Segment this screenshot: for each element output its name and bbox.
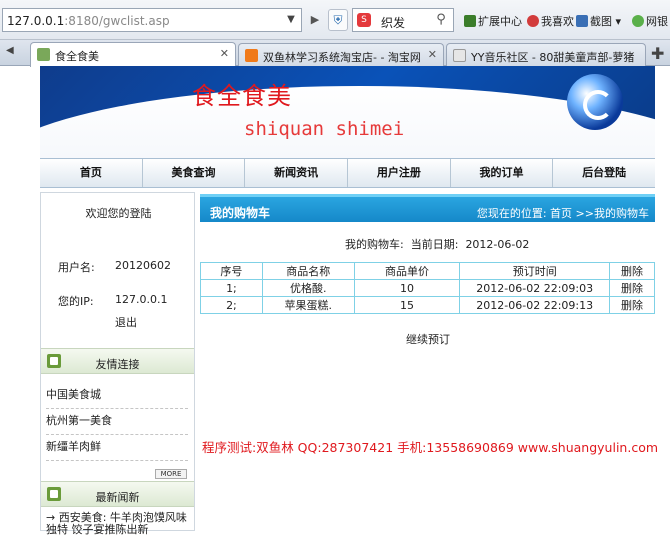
new-tab-icon[interactable]: ✚ — [651, 44, 664, 63]
links-header: 友情连接 — [41, 348, 194, 374]
col-header: 预订时间 — [459, 262, 611, 280]
address-bar[interactable]: 127.0.0.1:8180/gwclist.asp ▼ — [2, 8, 302, 32]
chevron-down-icon[interactable]: ▼ — [283, 12, 299, 28]
username-label: 用户名: — [58, 261, 95, 274]
link-item[interactable]: 中国美食城 — [46, 386, 188, 409]
search-icon[interactable]: ⚲ — [431, 11, 451, 29]
site-banner: 食全食美 shiquan shimei — [40, 66, 655, 158]
nav-admin-login[interactable]: 后台登陆 — [553, 159, 655, 187]
logout-link[interactable]: 退出 — [115, 314, 137, 330]
main-nav: 首页 美食查询 新闻资讯 用户注册 我的订单 后台登陆 — [40, 158, 655, 188]
more-button[interactable]: MORE — [155, 469, 187, 479]
col-header: 删除 — [609, 262, 655, 280]
go-arrow-icon[interactable]: ▶ — [306, 10, 324, 30]
site-subtitle: shiquan shimei — [244, 118, 405, 140]
nav-register[interactable]: 用户注册 — [348, 159, 451, 187]
page-icon — [453, 49, 466, 62]
footer-note: 程序测试:双鱼林 QQ:287307421 手机:13558690869 www… — [202, 440, 659, 455]
delete-link[interactable]: 删除 — [609, 296, 655, 314]
link-item[interactable]: 新缰羊肉鲜 — [46, 438, 188, 461]
breadcrumb: 您现在的位置: 首页 >>我的购物车 — [476, 207, 649, 220]
close-icon[interactable]: ✕ — [428, 48, 437, 61]
tab-shiquan[interactable]: 食全食美 ✕ — [30, 42, 236, 67]
tab-taobao[interactable]: 双鱼林学习系统淘宝店- - 淘宝网 ✕ — [238, 43, 444, 66]
delete-link[interactable]: 删除 — [609, 279, 655, 297]
logo-icon — [567, 74, 623, 130]
shield-icon[interactable]: ⛨ — [328, 9, 348, 31]
cart-date-line: 我的购物车: 当前日期: 2012-06-02 — [345, 238, 530, 251]
table-row: 2; 苹果蛋糕. 15 2012-06-02 22:09:13 删除 — [200, 296, 655, 314]
content-title: 我的购物车 — [210, 206, 271, 220]
search-box[interactable]: S 织发 ⚲ — [352, 8, 454, 32]
nav-home[interactable]: 首页 — [40, 159, 143, 187]
url-text: 127.0.0.1:8180/gwclist.asp — [7, 14, 170, 28]
puzzle-icon — [464, 15, 476, 27]
ip-label: 您的IP: — [58, 295, 94, 308]
welcome-text: 欢迎您的登陆 — [85, 207, 152, 220]
site-title: 食全食美 — [192, 82, 292, 110]
page-icon — [37, 48, 50, 61]
nav-news[interactable]: 新闻资讯 — [245, 159, 349, 187]
sidebar: 欢迎您的登陆 用户名: 20120602 您的IP: 127.0.0.1 退出 … — [40, 192, 195, 536]
col-header: 商品名称 — [261, 262, 355, 280]
nav-food-search[interactable]: 美食查询 — [143, 159, 246, 187]
extensions-button[interactable]: 扩展中心 — [464, 13, 522, 29]
news-header: 最新闻新 — [41, 481, 194, 507]
tab-yy[interactable]: YY音乐社区 - 80甜美童声部-萝猪 — [446, 43, 646, 66]
taobao-icon — [245, 49, 258, 62]
search-input[interactable]: 织发 — [381, 14, 405, 31]
username-value: 20120602 — [115, 259, 171, 272]
heart-icon — [527, 15, 539, 27]
content-header: 我的购物车 您现在的位置: 首页 >>我的购物车 — [200, 194, 655, 222]
ip-value: 127.0.0.1 — [115, 293, 168, 306]
bank-button[interactable]: 网银 — [632, 13, 668, 29]
close-icon[interactable]: ✕ — [220, 47, 229, 60]
link-item[interactable]: 杭州第一美食 — [46, 412, 188, 435]
table-row: 1; 优格酸. 10 2012-06-02 22:09:03 删除 — [200, 279, 655, 297]
favorites-button[interactable]: 我喜欢 — [527, 13, 574, 29]
tab-scroll-left-icon[interactable]: ◀ — [6, 45, 14, 56]
nav-my-orders[interactable]: 我的订单 — [451, 159, 554, 187]
continue-link[interactable]: 继续预订 — [406, 331, 450, 347]
cart-table: 序号 商品名称 商品单价 预订时间 删除 1; 优格酸. 10 2012-06-… — [200, 262, 655, 314]
col-header: 商品单价 — [353, 262, 461, 280]
screenshot-button[interactable]: 截图 ▾ — [576, 13, 621, 29]
news-item[interactable]: → 西安美食: 牛羊肉泡馍风味独特 饺子宴推陈出新 — [46, 512, 188, 536]
search-engine-icon: S — [357, 13, 371, 27]
col-header: 序号 — [200, 262, 263, 280]
tab-bar: ◀ 食全食美 ✕ 双鱼林学习系统淘宝店- - 淘宝网 ✕ YY音乐社区 - 80… — [0, 40, 670, 67]
bank-icon — [632, 15, 644, 27]
scissors-icon — [576, 15, 588, 27]
browser-toolbar: 127.0.0.1:8180/gwclist.asp ▼ ▶ ⛨ S 织发 ⚲ … — [0, 0, 670, 40]
